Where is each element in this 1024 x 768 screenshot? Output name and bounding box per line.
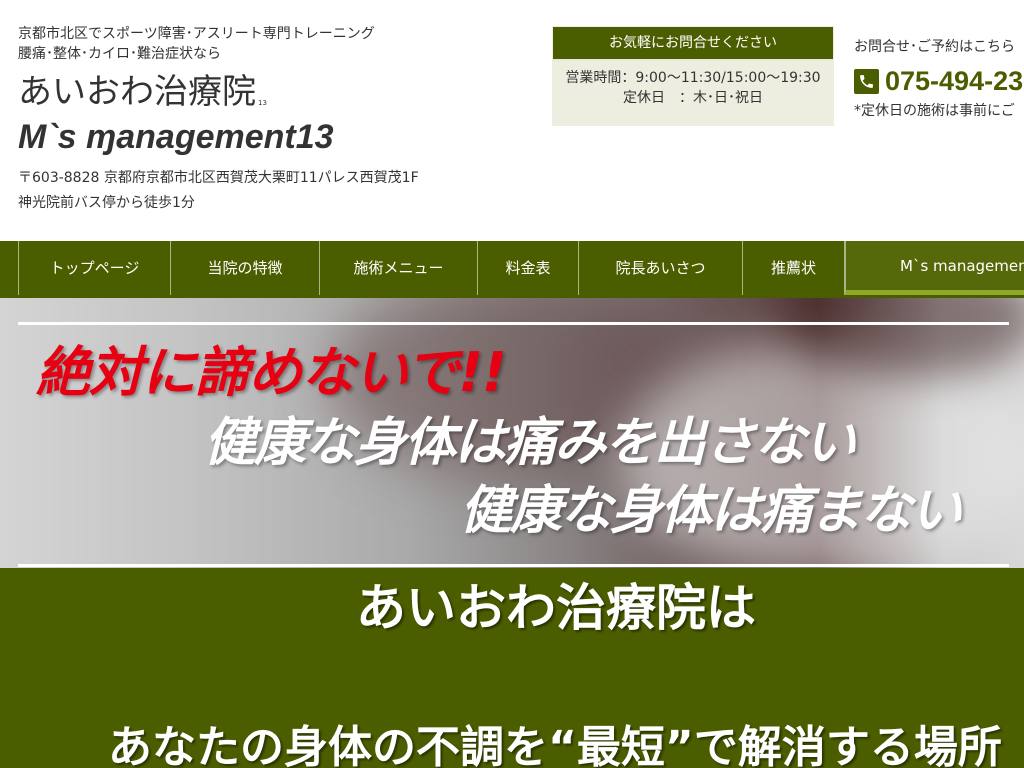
contact-hours-box: お気軽にお問合せください 営業時間：9:00〜11:30/15:00〜19:30…: [552, 26, 834, 126]
hero-headline: 絶対に諦めないで!!: [36, 341, 507, 404]
site-name: あいおわ治療院: [18, 72, 256, 112]
nav-item-recommend[interactable]: 推薦状: [742, 241, 845, 295]
intro-subtitle: あなたの身体の不調を“最短”で解消する場所: [108, 722, 1002, 768]
tel-note: *定休日の施術は事前にご: [854, 103, 1015, 119]
tagline-line1: 京都市北区でスポーツ障害･アスリート専門トレーニング: [18, 26, 375, 42]
tagline: 京都市北区でスポーツ障害･アスリート専門トレーニング 腰痛･整体･カイロ･難治症…: [18, 24, 375, 64]
phone-icon: [854, 68, 879, 94]
tel-number: 075-494-23: [885, 65, 1024, 96]
nav-item-ms-management[interactable]: M`s management: [845, 241, 1024, 295]
site-logo-link[interactable]: あいおわ治療院 13: [18, 72, 267, 121]
intro-section: あいおわ治療院は あなたの身体の不調を“最短”で解消する場所: [0, 568, 1024, 768]
site-header: 京都市北区でスポーツ障害･アスリート専門トレーニング 腰痛･整体･カイロ･難治症…: [0, 0, 1024, 241]
contact-box-body: 営業時間：9:00〜11:30/15:00〜19:30 定休日 ：木･日･祝日: [552, 61, 834, 108]
tagline-line2: 腰痛･整体･カイロ･難治症状なら: [18, 46, 221, 62]
address-line1: 〒603-8828 京都府京都市北区西賀茂大栗町11パレス西賀茂1F: [18, 170, 419, 186]
tel-area: お問合せ･ご予約はこちら 075-494-23 *定休日の施術は事前にご: [854, 36, 1023, 122]
nav-list: トップページ 当院の特徴 施術メニュー 料金表 院長あいさつ 推薦状 M`s m…: [18, 241, 1024, 295]
closed-days: 定休日 ：木･日･祝日: [623, 90, 763, 106]
hero-copy-line1: 健康な身体は痛みを出さない: [204, 413, 856, 473]
hero-copy-line2: 健康な身体は痛まない: [460, 481, 962, 541]
nav-item-price[interactable]: 料金表: [477, 241, 578, 295]
sub-brand: M`s ɱanagement13: [18, 118, 334, 156]
contact-box-heading: お気軽にお問合せください: [553, 27, 833, 61]
hero-rule-bottom: [18, 564, 1009, 567]
tel-link[interactable]: 075-494-23: [854, 64, 1023, 98]
business-hours: 営業時間：9:00〜11:30/15:00〜19:30: [565, 70, 821, 86]
tel-lead: お問合せ･ご予約はこちら: [854, 39, 1015, 55]
hero-banner: 絶対に諦めないで!! 健康な身体は痛みを出さない 健康な身体は痛まない: [0, 298, 1024, 568]
hero-rule-top: [18, 322, 1009, 325]
site-name-sup: 13: [258, 99, 267, 107]
nav-item-features[interactable]: 当院の特徴: [170, 241, 319, 295]
nav-item-menu[interactable]: 施術メニュー: [319, 241, 477, 295]
nav-item-top[interactable]: トップページ: [18, 241, 170, 295]
intro-title: あいおわ治療院は: [356, 579, 756, 637]
nav-item-greeting[interactable]: 院長あいさつ: [578, 241, 742, 295]
access-line: 神光院前バス停から徒歩1分: [18, 195, 195, 211]
address: 〒603-8828 京都府京都市北区西賀茂大栗町11パレス西賀茂1F 神光院前バ…: [18, 166, 419, 216]
global-nav: トップページ 当院の特徴 施術メニュー 料金表 院長あいさつ 推薦状 M`s m…: [0, 241, 1024, 299]
